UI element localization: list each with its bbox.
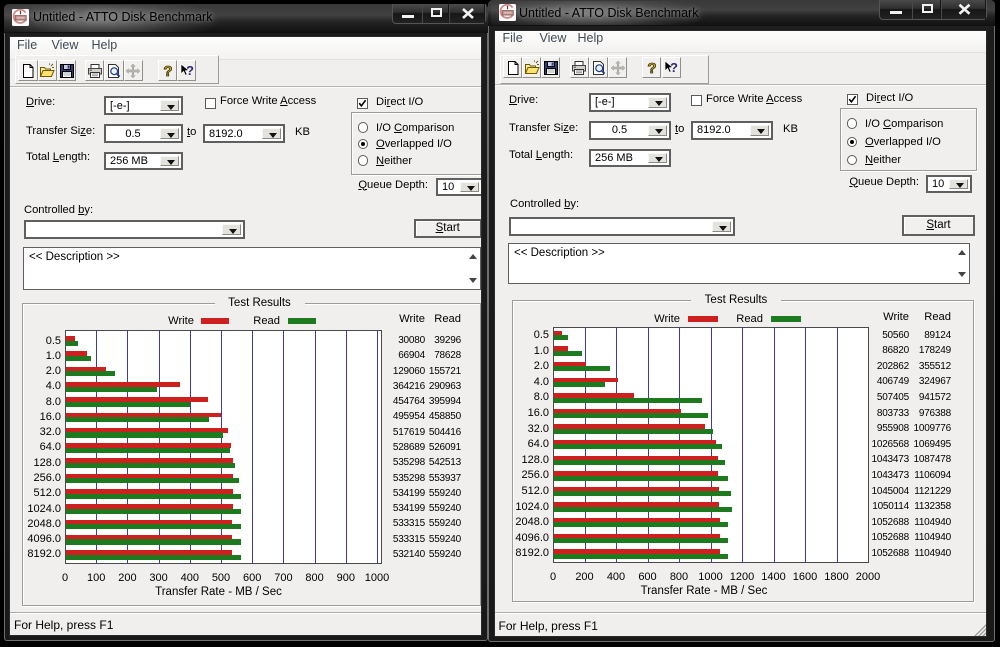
svg-text:?: ? bbox=[163, 63, 172, 79]
svg-text:?: ? bbox=[648, 60, 657, 76]
